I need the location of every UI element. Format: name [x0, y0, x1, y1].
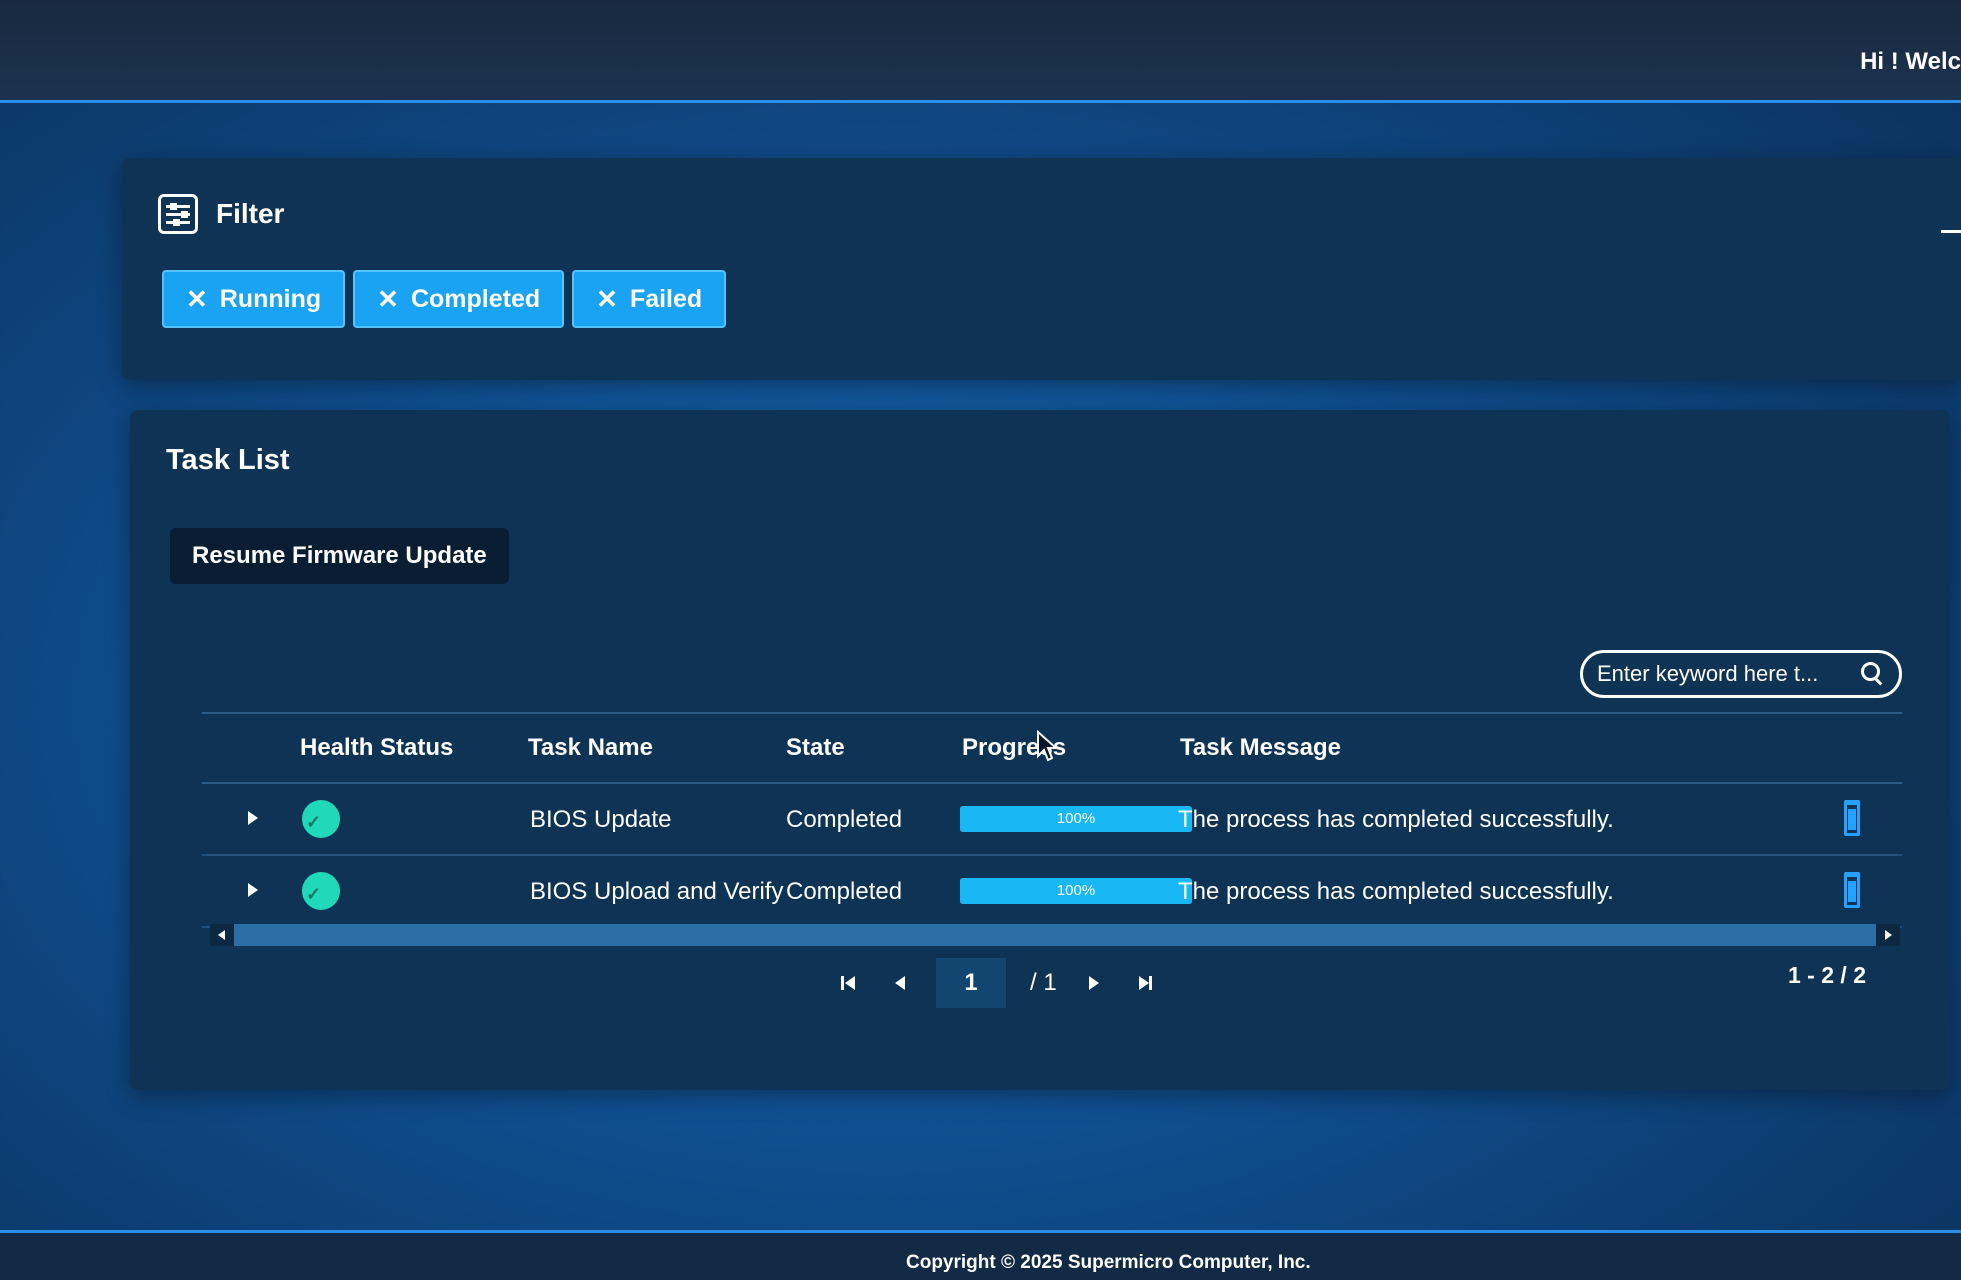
table-row: ✓ BIOS Update Completed 100% The process…: [202, 784, 1902, 856]
filter-title: Filter: [216, 198, 285, 229]
task-state: Completed: [786, 806, 903, 833]
column-task-message[interactable]: Task Message: [1180, 734, 1341, 762]
welcome-text: Hi ! Welc: [1860, 48, 1961, 75]
filter-chip-failed[interactable]: ✕ Failed: [572, 270, 727, 328]
filter-chip-completed[interactable]: ✕ Completed: [353, 270, 565, 328]
column-health-status[interactable]: Health Status: [300, 734, 453, 762]
progress-bar: 100%: [960, 806, 1192, 832]
task-name: BIOS Upload and Verify: [530, 878, 784, 905]
health-ok-icon: ✓: [302, 872, 340, 910]
close-icon[interactable]: ✕: [186, 284, 208, 315]
filter-chip-label: Completed: [410, 284, 541, 313]
resume-firmware-update-button[interactable]: Resume Firmware Update: [170, 528, 509, 584]
filter-chips: ✕ Running ✕ Completed ✕ Failed: [162, 270, 727, 328]
task-name: BIOS Update: [530, 806, 672, 833]
column-state[interactable]: State: [786, 734, 845, 762]
filter-icon: [158, 194, 198, 234]
progress-label: 100%: [1056, 810, 1096, 827]
scroll-right-icon[interactable]: [1876, 924, 1900, 946]
pagination: 1 / 1: [836, 958, 1157, 1008]
horizontal-scrollbar[interactable]: [210, 924, 1900, 946]
next-page-icon[interactable]: [1081, 970, 1107, 996]
page-total: / 1: [1030, 969, 1057, 996]
scroll-left-icon[interactable]: [210, 924, 234, 946]
task-message: The process has completed successfully.: [1178, 878, 1614, 905]
close-icon[interactable]: ✕: [596, 284, 618, 315]
prev-page-icon[interactable]: [886, 970, 912, 996]
filter-panel: Filter ✕ Running ✕ Completed ✕ Failed: [122, 158, 1961, 380]
close-icon[interactable]: ✕: [377, 284, 399, 315]
last-page-icon[interactable]: [1131, 970, 1157, 996]
filter-header: Filter: [158, 194, 284, 234]
task-state: Completed: [786, 878, 903, 905]
trash-icon[interactable]: [1844, 800, 1860, 836]
collapse-icon[interactable]: [1941, 230, 1961, 233]
column-task-name[interactable]: Task Name: [528, 734, 653, 762]
filter-chip-running[interactable]: ✕ Running: [162, 270, 346, 328]
task-list-title: Task List: [166, 444, 290, 476]
search-icon[interactable]: [1861, 662, 1885, 686]
mouse-cursor-icon: [1037, 730, 1058, 762]
search-box: [1580, 650, 1902, 698]
search-input[interactable]: [1595, 660, 1861, 688]
top-bar: Hi ! Welc: [0, 0, 1961, 103]
first-page-icon[interactable]: [836, 970, 862, 996]
row-range: 1 - 2 / 2: [1788, 962, 1866, 988]
chevron-right-icon[interactable]: [248, 883, 258, 897]
page-input[interactable]: 1: [936, 958, 1006, 1008]
filter-chip-label: Running: [219, 284, 322, 313]
table-row: ✓ BIOS Upload and Verify Completed 100% …: [202, 856, 1902, 928]
task-message: The process has completed successfully.: [1178, 806, 1614, 833]
health-ok-icon: ✓: [302, 800, 340, 838]
trash-icon[interactable]: [1844, 872, 1860, 908]
progress-label: 100%: [1056, 882, 1096, 899]
filter-chip-label: Failed: [629, 284, 703, 313]
progress-bar: 100%: [960, 878, 1192, 904]
chevron-right-icon[interactable]: [248, 811, 258, 825]
copyright-text: Copyright © 2025 Supermicro Computer, In…: [906, 1252, 1311, 1273]
